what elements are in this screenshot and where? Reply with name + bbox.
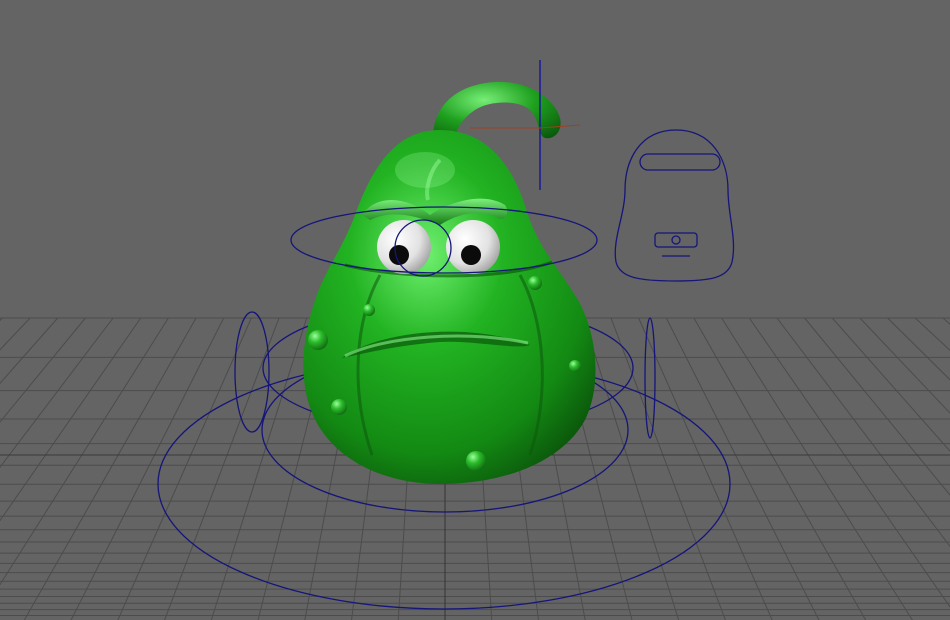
grid-line xyxy=(610,317,726,620)
grid-line xyxy=(582,317,680,620)
grid-line xyxy=(693,317,867,620)
grid-line xyxy=(117,317,252,620)
face-picker-panel[interactable] xyxy=(614,129,735,282)
right-pupil xyxy=(461,245,481,265)
grid-line xyxy=(665,317,820,620)
grid-line xyxy=(859,317,950,414)
grid-line xyxy=(0,317,31,351)
mouth-control-box[interactable] xyxy=(654,232,698,248)
grid-line xyxy=(0,317,3,322)
grid-line xyxy=(23,317,197,620)
brow-slider-control[interactable] xyxy=(639,153,721,171)
gourd-body[interactable] xyxy=(303,130,596,485)
grid-line xyxy=(164,317,280,620)
grid-line xyxy=(0,317,114,468)
grid-line xyxy=(0,317,59,385)
grid-line xyxy=(210,317,308,620)
grid-line xyxy=(914,317,950,352)
grid-line xyxy=(0,317,142,522)
grid-line xyxy=(887,317,950,381)
3d-viewport[interactable] xyxy=(0,0,950,620)
grid-line xyxy=(638,317,773,620)
grid-line xyxy=(942,317,950,325)
grid-line xyxy=(70,317,225,620)
grid-line xyxy=(776,317,950,548)
viewport-canvas[interactable] xyxy=(0,0,950,620)
mouth-control-knob[interactable] xyxy=(671,235,681,245)
grid-line xyxy=(0,317,169,586)
